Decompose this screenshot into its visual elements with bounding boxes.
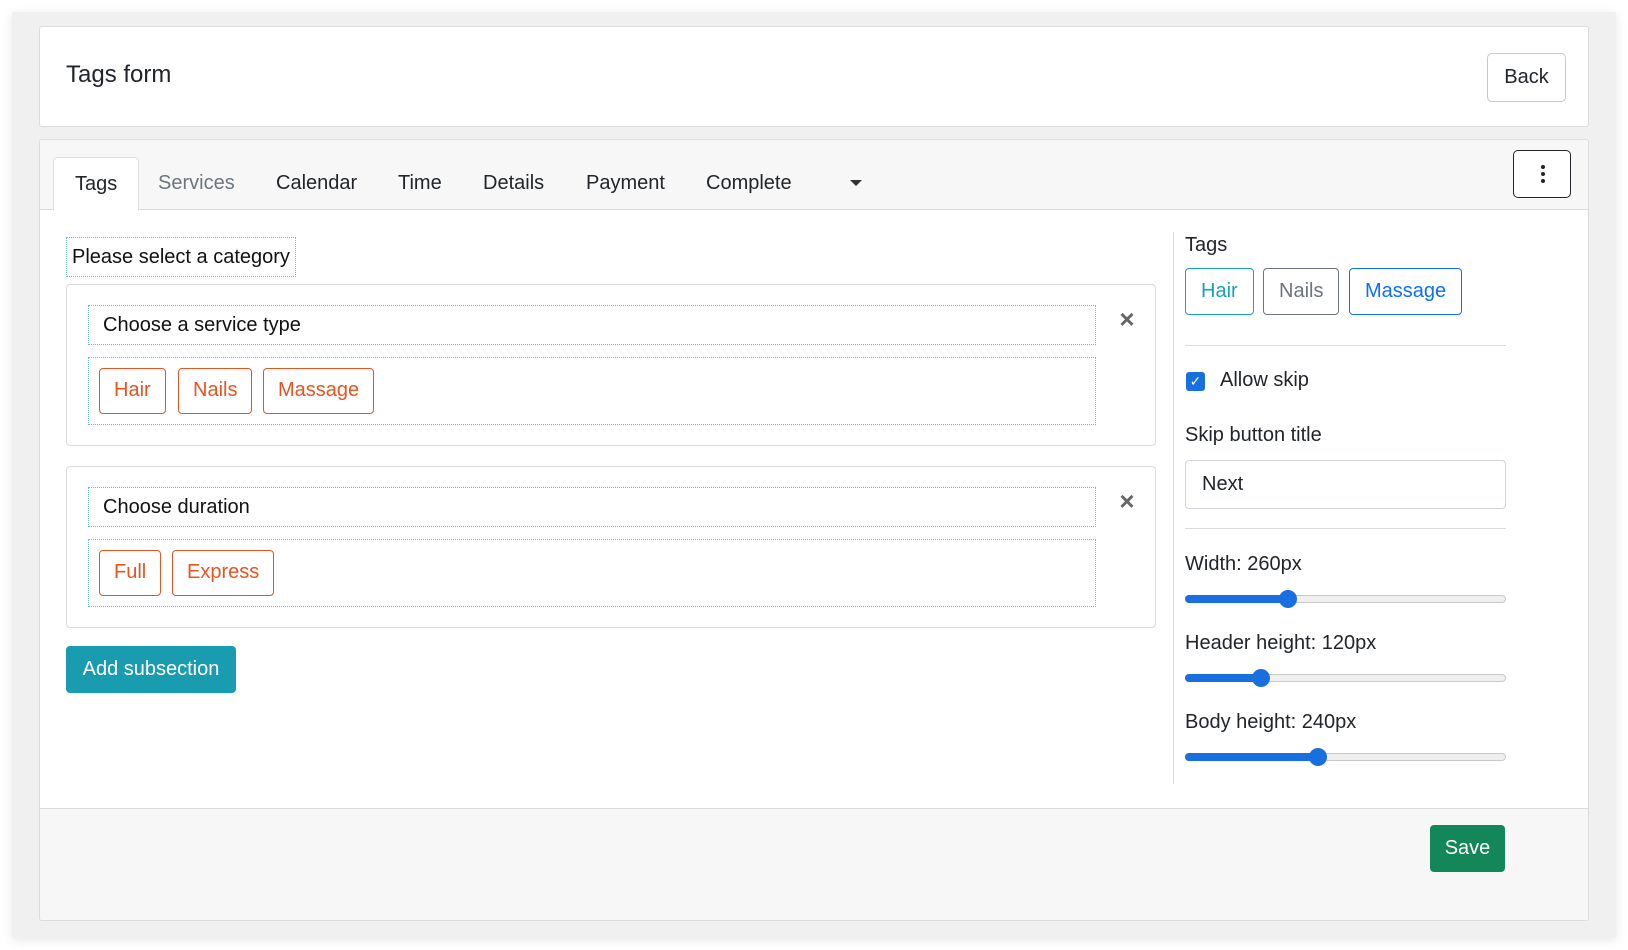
- header-card: Tags form Back: [39, 26, 1589, 127]
- subsection-options: Full Express: [88, 539, 1096, 607]
- option-hair[interactable]: Hair: [99, 368, 166, 414]
- allow-skip-checkbox[interactable]: ✓: [1186, 372, 1205, 391]
- skip-button-title-input[interactable]: [1185, 460, 1506, 509]
- close-icon[interactable]: ×: [1117, 488, 1137, 514]
- tab-tags[interactable]: Tags: [53, 157, 140, 211]
- option-full[interactable]: Full: [99, 550, 162, 596]
- slider-thumb[interactable]: [1251, 669, 1270, 687]
- save-button[interactable]: Save: [1430, 825, 1505, 872]
- tags-label: Tags: [1185, 234, 1228, 256]
- allow-skip-label: Allow skip: [1220, 369, 1309, 391]
- tag-nails[interactable]: Nails: [1263, 268, 1340, 315]
- tag-hair[interactable]: Hair: [1185, 268, 1254, 315]
- panel-divider: [1173, 232, 1174, 784]
- category-label[interactable]: Please select a category: [66, 237, 296, 277]
- more-options-button[interactable]: [1513, 150, 1571, 198]
- slider-thumb[interactable]: [1278, 590, 1297, 608]
- tab-details[interactable]: Details: [462, 157, 565, 210]
- main-card: Tags Services Calendar Time Details Paym…: [39, 139, 1589, 921]
- caret-down-icon[interactable]: [850, 180, 862, 186]
- body-height-label: Body height: 240px: [1185, 711, 1357, 733]
- page-title: Tags form: [66, 61, 172, 88]
- subsection-options: Hair Nails Massage: [88, 357, 1096, 425]
- tab-calendar[interactable]: Calendar: [255, 157, 378, 210]
- divider: [1185, 345, 1506, 346]
- subsection-duration: Choose duration × Full Express: [66, 466, 1156, 628]
- tabs-bar: Tags Services Calendar Time Details Paym…: [40, 140, 1588, 211]
- tab-complete[interactable]: Complete: [685, 157, 813, 210]
- back-button[interactable]: Back: [1487, 53, 1566, 102]
- header-height-label: Header height: 120px: [1185, 632, 1377, 654]
- width-slider[interactable]: [1185, 589, 1506, 609]
- tab-payment[interactable]: Payment: [565, 157, 686, 210]
- subsection-title[interactable]: Choose a service type: [88, 305, 1096, 345]
- skip-button-title-label: Skip button title: [1185, 424, 1322, 446]
- subsection-service-type: Choose a service type × Hair Nails Massa…: [66, 284, 1156, 446]
- tab-services[interactable]: Services: [137, 157, 256, 210]
- header-height-slider[interactable]: [1185, 668, 1506, 688]
- close-icon[interactable]: ×: [1117, 306, 1137, 332]
- checkmark-icon: ✓: [1189, 373, 1202, 389]
- subsection-title[interactable]: Choose duration: [88, 487, 1096, 527]
- tag-massage[interactable]: Massage: [1349, 268, 1463, 315]
- footer: Save: [40, 808, 1588, 920]
- add-subsection-button[interactable]: Add subsection: [66, 646, 236, 693]
- slider-thumb[interactable]: [1309, 748, 1328, 766]
- option-massage[interactable]: Massage: [263, 368, 375, 414]
- width-label: Width: 260px: [1185, 553, 1302, 575]
- body-height-slider[interactable]: [1185, 747, 1506, 767]
- divider: [1185, 528, 1506, 529]
- tab-time[interactable]: Time: [377, 157, 463, 210]
- option-express[interactable]: Express: [172, 550, 275, 596]
- option-nails[interactable]: Nails: [178, 368, 253, 414]
